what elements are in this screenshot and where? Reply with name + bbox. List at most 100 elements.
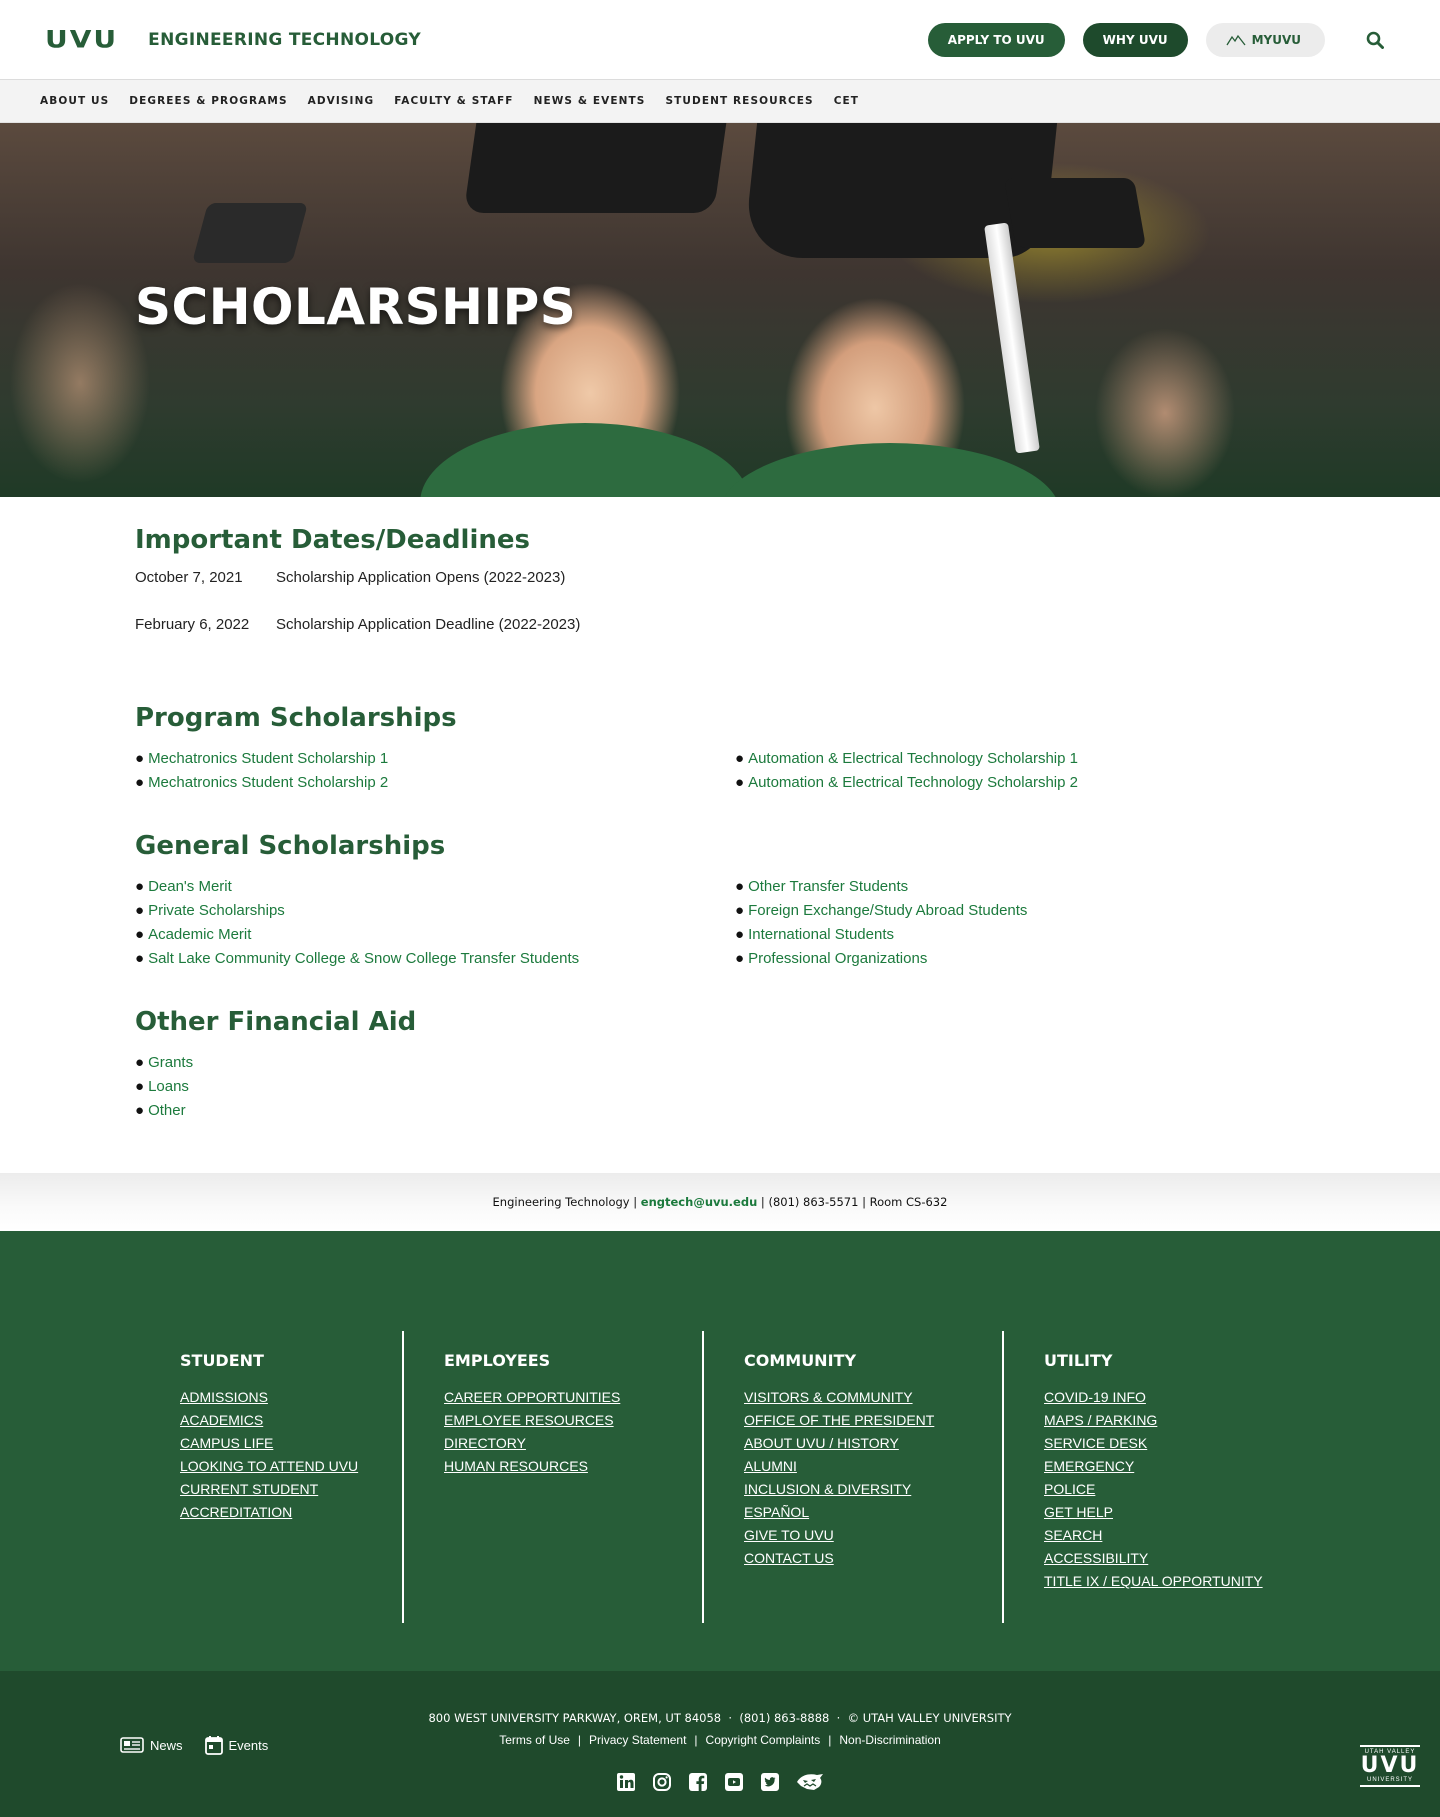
footer-link[interactable]: SERVICE DESK [1044,1432,1262,1455]
contact-separator: | [629,1195,641,1209]
footer-link[interactable]: CAMPUS LIFE [180,1432,362,1455]
other-financial-aid-heading: Other Financial Aid [135,1007,417,1037]
footer-link[interactable]: MAPS / PARKING [1044,1409,1262,1432]
scholarship-link[interactable]: Mechatronics Student Scholarship 1 [148,750,388,767]
footer-link[interactable]: HUMAN RESOURCES [444,1455,662,1478]
footer-link[interactable]: VISITORS & COMMUNITY [744,1386,962,1409]
program-scholarships-heading: Program Scholarships [135,703,457,733]
scholarship-link[interactable]: Foreign Exchange/Study Abroad Students [748,902,1027,919]
footer-link[interactable]: GIVE TO UVU [744,1524,962,1547]
footer-link[interactable]: POLICE [1044,1478,1262,1501]
scholarship-link[interactable]: Dean's Merit [148,878,232,895]
events-link[interactable]: Events [204,1735,268,1755]
footer-link[interactable]: GET HELP [1044,1501,1262,1524]
search-icon[interactable] [1355,20,1395,60]
contact-email-link[interactable]: engtech@uvu.edu [641,1195,757,1209]
footer-col-employees: EMPLOYEES CAREER OPPORTUNITIES EMPLOYEE … [402,1331,702,1623]
calendar-icon [204,1736,223,1755]
scholarship-link[interactable]: Automation & Electrical Technology Schol… [748,750,1078,767]
footer-link[interactable]: EMERGENCY [1044,1455,1262,1478]
general-scholarships-heading: General Scholarships [135,831,446,861]
footer-link[interactable]: ALUMNI [744,1455,962,1478]
footer-link[interactable]: ACCESSIBILITY [1044,1547,1262,1570]
aid-link-grants[interactable]: Grants [148,1054,193,1071]
footer-link[interactable]: ADMISSIONS [180,1386,362,1409]
department-title[interactable]: ENGINEERING TECHNOLOGY [148,30,421,50]
nav-cet[interactable]: CET [834,95,859,107]
youtube-icon[interactable] [723,1771,745,1793]
terms-link[interactable]: Terms of Use [499,1733,570,1747]
nav-degrees-programs[interactable]: DEGREES & PROGRAMS [129,95,287,107]
hero-graduate-gown-left [420,423,750,497]
footer-link[interactable]: ACADEMICS [180,1409,362,1432]
scholarship-link[interactable]: Professional Organizations [748,950,927,967]
nav-news-events[interactable]: NEWS & EVENTS [534,95,646,107]
twitter-icon[interactable] [759,1771,781,1793]
mountain-icon [1226,34,1246,45]
footer-link[interactable]: TITLE IX / EQUAL OPPORTUNITY [1044,1570,1263,1593]
scholarship-link[interactable]: International Students [748,926,894,943]
uvu-university-logo[interactable]: UTAH VALLEY UVU UNIVERSITY [1360,1745,1420,1787]
news-label: News [150,1737,183,1753]
news-link[interactable]: News [120,1737,183,1753]
scholarship-link[interactable]: Other Transfer Students [748,878,908,895]
bullet-icon: ● [135,950,145,967]
copyright-link[interactable]: Copyright Complaints [706,1733,821,1747]
list-item: ● Professional Organizations [735,947,1335,971]
list-item: ● Mechatronics Student Scholarship 1 [135,747,735,771]
bullet-icon: ● [135,926,145,943]
privacy-link[interactable]: Privacy Statement [589,1733,686,1747]
footer-heading: STUDENT [180,1351,264,1370]
apply-button[interactable]: APPLY TO UVU [927,22,1065,57]
instagram-icon[interactable] [651,1771,673,1793]
scholarship-link[interactable]: Salt Lake Community College & Snow Colle… [148,950,579,967]
aid-link-loans[interactable]: Loans [148,1078,189,1095]
nav-advising[interactable]: ADVISING [308,95,375,107]
other-financial-aid-section: Other Financial Aid ● Grants ● Loans ● Othe… [135,1007,1305,1123]
footer-link[interactable]: INCLUSION & DIVERSITY [744,1478,962,1501]
hero-graduate-gown-right [720,443,1060,497]
nav-faculty-staff[interactable]: FACULTY & STAFF [394,95,513,107]
scholarship-link[interactable]: Automation & Electrical Technology Schol… [748,774,1078,791]
footer-link[interactable]: ABOUT UVU / HISTORY [744,1432,962,1455]
why-uvu-button[interactable]: WHY UVU [1082,22,1188,57]
footer-link[interactable]: SEARCH [1044,1524,1262,1547]
footer-link[interactable]: LOOKING TO ATTEND UVU [180,1455,362,1478]
footer-link[interactable]: CURRENT STUDENT [180,1478,362,1501]
wolverine-icon[interactable] [795,1771,825,1793]
hero-cap-left [463,123,727,213]
footer-link[interactable]: ESPAÑOL [744,1501,962,1524]
university-address: 800 WEST UNIVERSITY PARKWAY, OREM, UT 84… [428,1711,1012,1725]
newspaper-icon [120,1737,144,1753]
facebook-icon[interactable] [687,1771,709,1793]
bullet-icon: ● [135,774,145,791]
program-scholarships-list: ● Mechatronics Student Scholarship 1 ● Mec… [135,747,1305,795]
uvu-logo[interactable]: UVU [45,25,118,53]
list-item: ● International Students [735,923,1335,947]
linkedin-icon[interactable] [615,1771,637,1793]
list-item: ● Other [135,1099,1305,1123]
scholarship-link[interactable]: Academic Merit [148,926,251,943]
contact-separator: | [757,1195,769,1209]
footer-link[interactable]: EMPLOYEE RESOURCES [444,1409,662,1432]
nav-student-resources[interactable]: STUDENT RESOURCES [665,95,813,107]
aid-link-other[interactable]: Other [148,1102,186,1119]
footer-link[interactable]: OFFICE OF THE PRESIDENT [744,1409,962,1432]
footer-link[interactable]: CAREER OPPORTUNITIES [444,1386,662,1409]
footer-link[interactable]: CONTACT US [744,1547,962,1570]
program-scholarships-section: Program Scholarships ● Mechatronics Stude… [135,703,1305,795]
footer-link[interactable]: ACCREDITATION [180,1501,362,1524]
news-events-links: News Events [120,1735,268,1755]
scholarship-link[interactable]: Private Scholarships [148,902,285,919]
myuvu-button[interactable]: MYUVU [1205,22,1325,57]
hero-cap-back [1003,178,1147,248]
date-value: October 7, 2021 [135,569,243,586]
footer-link[interactable]: COVID-19 INFO [1044,1386,1262,1409]
bullet-icon: ● [735,902,745,919]
nondiscrimination-link[interactable]: Non-Discrimination [839,1733,940,1747]
hero-cap-far-left [191,203,309,263]
bullet-icon: ● [735,926,745,943]
scholarship-link[interactable]: Mechatronics Student Scholarship 2 [148,774,388,791]
footer-link[interactable]: DIRECTORY [444,1432,662,1455]
nav-about-us[interactable]: ABOUT US [40,95,109,107]
